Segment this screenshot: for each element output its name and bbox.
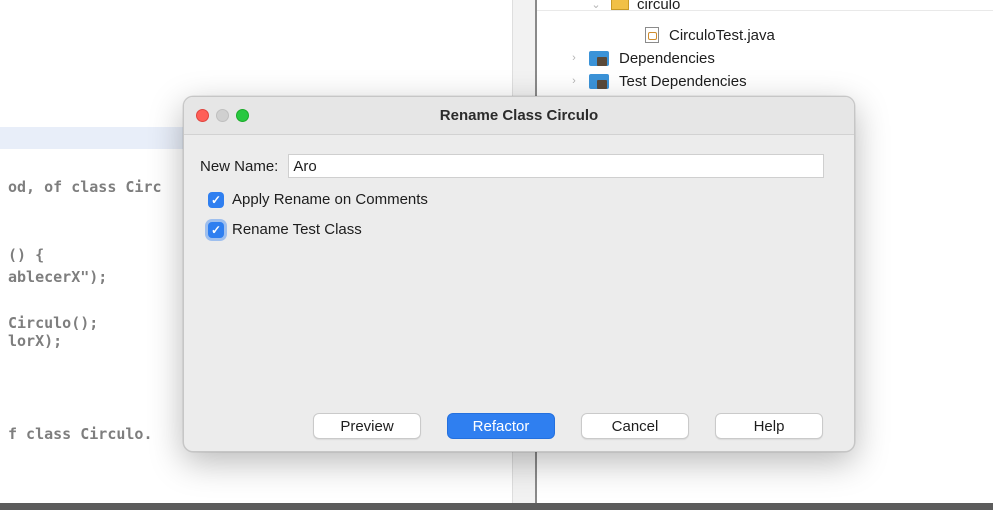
tree-item-label: CirculoTest.java <box>669 26 775 44</box>
java-test-file-icon <box>645 27 659 43</box>
chevron-right-icon[interactable]: › <box>567 75 581 87</box>
code-line: lorX); <box>8 332 63 350</box>
code-line: Circulo(); <box>8 314 99 332</box>
code-line: ablecerX"); <box>8 268 108 286</box>
apply-rename-on-comments-option[interactable]: ✓ Apply Rename on Comments <box>208 191 428 208</box>
status-bar <box>0 503 993 510</box>
help-button[interactable]: Help <box>715 413 823 439</box>
code-line: f class Circulo. <box>8 425 153 443</box>
new-name-input[interactable] <box>288 154 825 178</box>
tree-item-dependencies[interactable]: › Dependencies <box>567 48 715 68</box>
rename-test-class-checkbox[interactable]: ✓ <box>208 221 224 238</box>
option-label: Apply Rename on Comments <box>232 191 428 208</box>
rename-test-class-option[interactable]: ✓ Rename Test Class <box>208 221 362 238</box>
refactor-button[interactable]: Refactor <box>447 413 555 439</box>
tree-item-label: circulo <box>637 0 681 13</box>
dialog-title: Rename Class Circulo <box>439 107 599 124</box>
dialog-titlebar[interactable]: Rename Class Circulo <box>184 97 854 135</box>
apply-rename-on-comments-checkbox[interactable]: ✓ <box>208 191 224 208</box>
dependencies-folder-icon <box>589 50 611 66</box>
tree-item-label: Dependencies <box>619 49 715 67</box>
package-icon <box>611 0 629 10</box>
rename-class-dialog: Rename Class Circulo New Name: ✓ Apply R… <box>183 96 855 452</box>
preview-button[interactable]: Preview <box>313 413 421 439</box>
tree-item-test-dependencies[interactable]: › Test Dependencies <box>567 71 747 91</box>
option-label: Rename Test Class <box>232 221 362 238</box>
tree-item-package-circulo[interactable]: ⌄ circulo <box>589 0 680 14</box>
new-name-row: New Name: <box>200 154 825 178</box>
tree-item-circulotest-java[interactable]: CirculoTest.java <box>645 25 775 45</box>
code-line: () { <box>8 246 45 264</box>
cancel-button[interactable]: Cancel <box>581 413 689 439</box>
tree-item-label: Test Dependencies <box>619 72 747 90</box>
code-line: od, of class Circ <box>8 178 162 196</box>
test-dependencies-folder-icon <box>589 73 611 89</box>
chevron-right-icon[interactable]: › <box>567 52 581 64</box>
new-name-label: New Name: <box>200 157 279 175</box>
chevron-down-icon[interactable]: ⌄ <box>589 0 603 11</box>
